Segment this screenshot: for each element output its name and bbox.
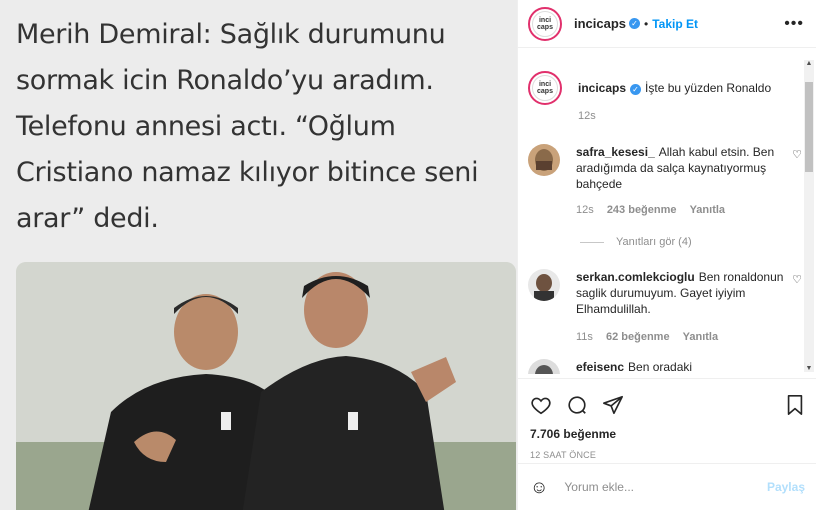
caption-avatar[interactable]: inci caps	[528, 71, 562, 105]
scrollbar-thumb[interactable]	[805, 82, 813, 172]
comments-scrollbar[interactable]: ▲ ▼	[804, 60, 814, 372]
comment-likes[interactable]: 243 beğenme	[607, 204, 677, 216]
comment-item: serkan.comlekcioglu Ben ronaldonun saglik…	[528, 269, 802, 345]
verified-icon: ✓	[630, 84, 642, 95]
view-replies[interactable]: Yanıtları gör (4)	[580, 236, 692, 248]
commenter-avatar[interactable]	[528, 269, 560, 301]
reply-button[interactable]: Yanıtla	[683, 331, 718, 343]
caption-time[interactable]: 12s	[578, 110, 596, 122]
comment-input[interactable]	[564, 480, 767, 494]
replies-line	[580, 241, 604, 243]
verified-icon: ✓	[629, 18, 641, 29]
caption-text: İşte bu yüzden Ronaldo	[645, 81, 772, 95]
post-header: inci caps incicaps ✓ • Takip Et •••	[518, 0, 816, 48]
avatar[interactable]: inci caps	[528, 6, 562, 41]
comment-composer: ☺ Paylaş	[518, 463, 816, 510]
caption: inci caps incicaps ✓ İşte bu yüzden Ronald…	[528, 71, 798, 124]
post-timestamp[interactable]: 12 SAAT ÖNCE	[530, 450, 805, 460]
commenter-avatar[interactable]	[528, 359, 560, 374]
comments-list[interactable]: inci caps incicaps ✓ İşte bu yüzden Ronald…	[518, 49, 816, 374]
separator-dot: •	[644, 16, 649, 31]
comment-item: safra_kesesi_ Allah kabul etsin. Ben arad…	[528, 144, 802, 218]
bookmark-icon[interactable]	[785, 394, 805, 416]
heart-icon[interactable]: ♡	[792, 148, 802, 161]
comment-icon[interactable]	[566, 394, 588, 416]
commenter-avatar[interactable]	[528, 144, 560, 176]
post-photo	[16, 262, 516, 510]
follow-button[interactable]: Takip Et	[652, 17, 698, 31]
comment-text: Ben oradaki	[628, 360, 693, 374]
header-username[interactable]: incicaps	[574, 16, 626, 31]
comment-item: efeisenc Ben oradaki	[528, 359, 798, 374]
post-actions: 7.706 beğenme 12 SAAT ÖNCE	[518, 378, 816, 460]
heart-icon[interactable]: ♡	[792, 273, 802, 286]
scroll-down-icon[interactable]: ▼	[805, 365, 813, 372]
scroll-up-icon[interactable]: ▲	[805, 60, 813, 67]
heart-icon[interactable]	[530, 394, 552, 416]
comment-username[interactable]: safra_kesesi_	[576, 145, 655, 159]
comment-time[interactable]: 12s	[576, 204, 594, 216]
comment-username[interactable]: efeisenc	[576, 360, 624, 374]
emoji-icon[interactable]: ☺	[530, 477, 548, 498]
comment-likes[interactable]: 62 beğenme	[606, 331, 670, 343]
post-panel: inci caps incicaps ✓ • Takip Et ••• inci…	[517, 0, 816, 510]
avatar-logo: inci caps	[532, 10, 558, 37]
share-icon[interactable]	[602, 394, 624, 416]
comment-username[interactable]: serkan.comlekcioglu	[576, 270, 695, 284]
post-headline: Merih Demiral: Sağlık durumunu sormak ic…	[16, 19, 479, 234]
comment-time[interactable]: 11s	[576, 331, 593, 343]
view-replies-label[interactable]: Yanıtları gör (4)	[616, 236, 692, 248]
post-image[interactable]: Merih Demiral: Sağlık durumunu sormak ic…	[0, 0, 517, 510]
post-comment-button[interactable]: Paylaş	[767, 480, 805, 494]
more-icon[interactable]: •••	[784, 15, 804, 33]
reply-button[interactable]: Yanıtla	[690, 204, 725, 216]
likes-count[interactable]: 7.706 beğenme	[530, 427, 805, 441]
caption-username[interactable]: incicaps	[578, 81, 626, 95]
caption-avatar-logo: inci caps	[532, 75, 558, 101]
